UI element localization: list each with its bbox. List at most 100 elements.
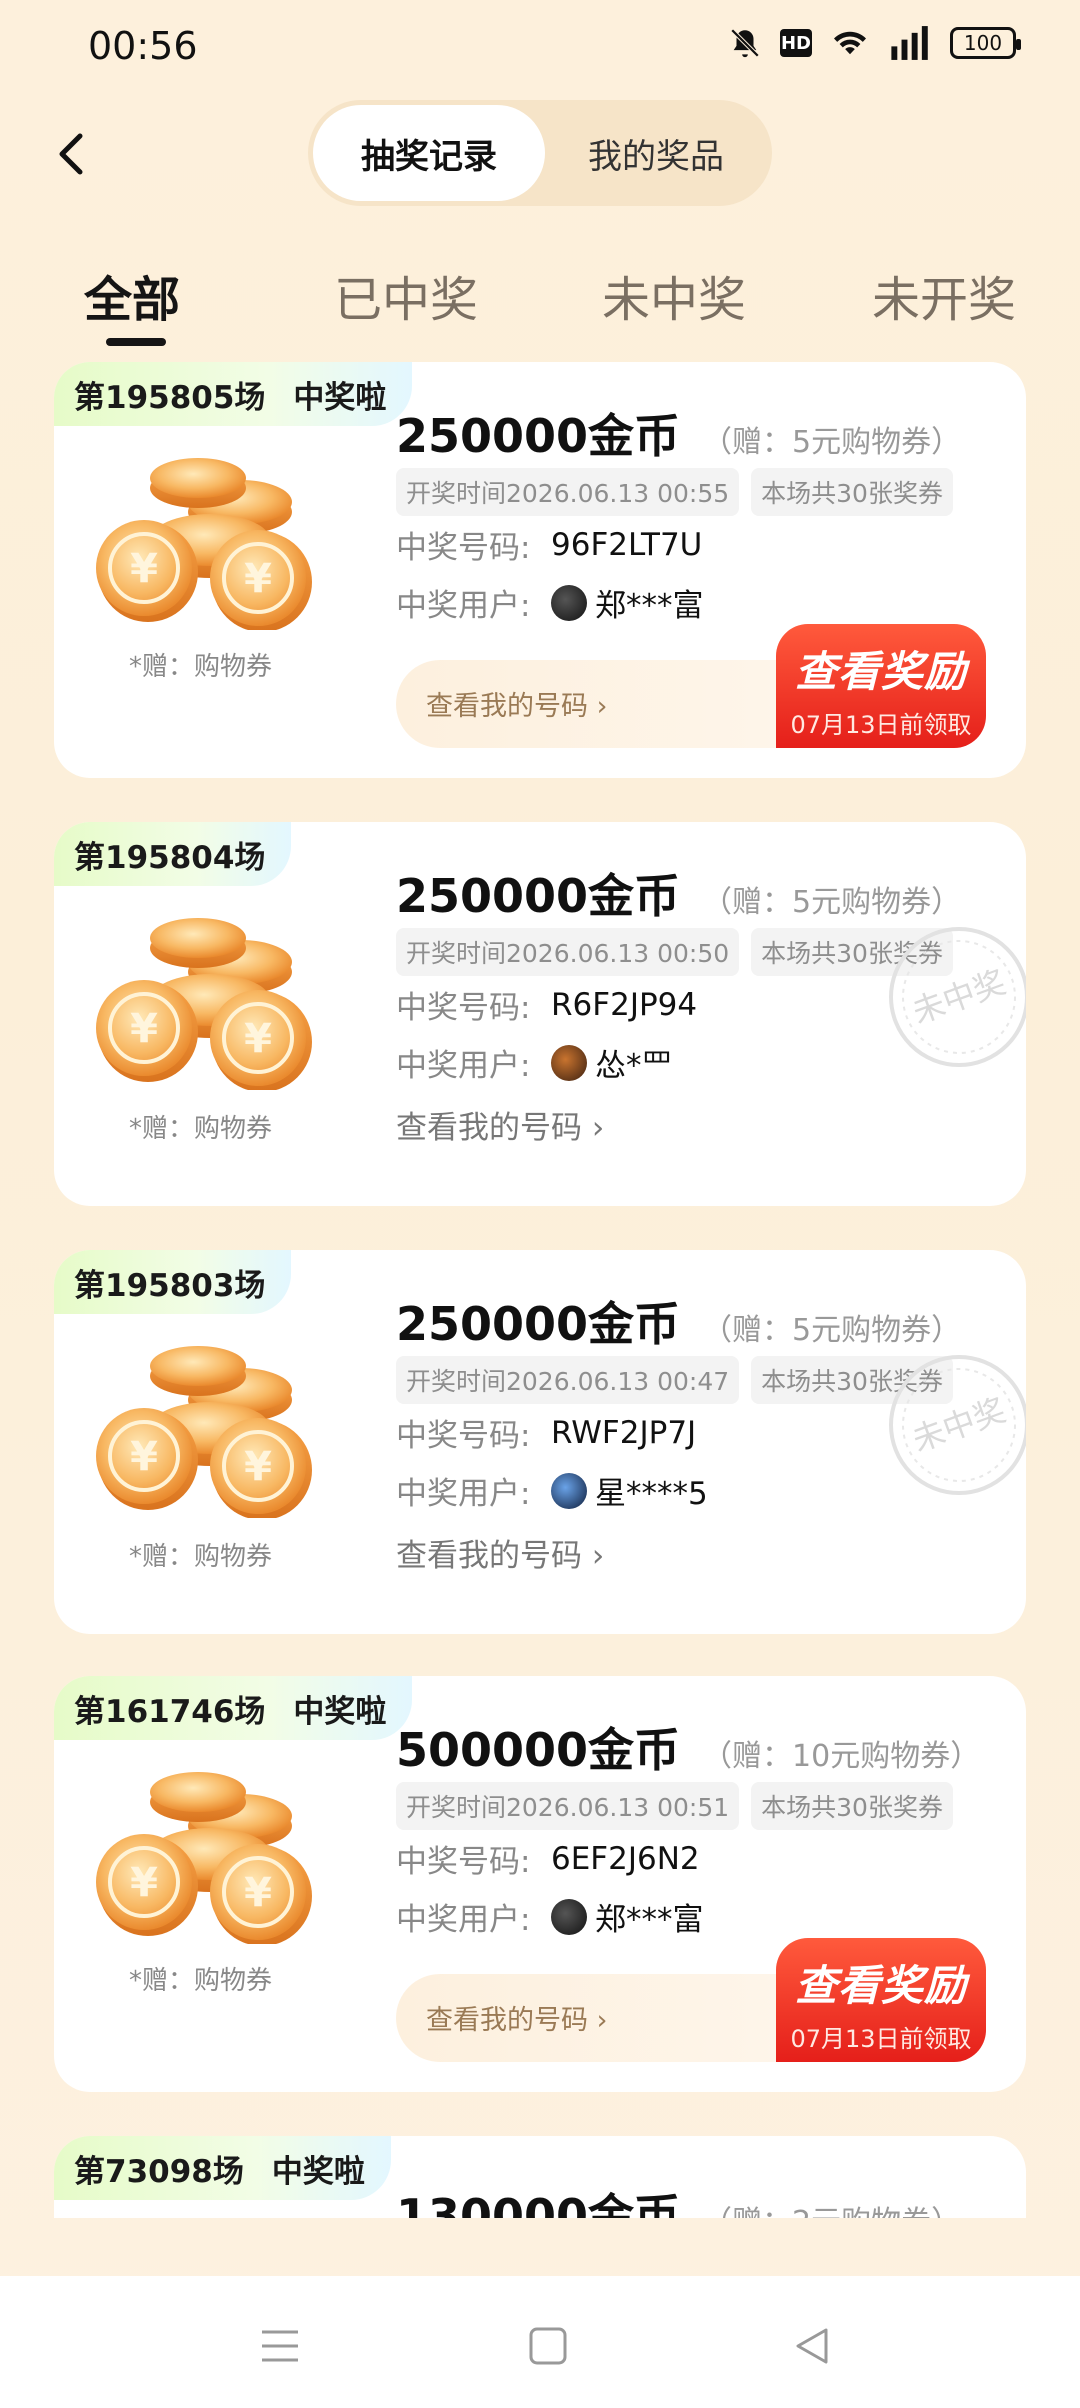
tab-won[interactable]: 已中奖 bbox=[334, 260, 478, 330]
view-numbers-label: 查看我的号码 bbox=[396, 1538, 582, 1574]
winner-user: 怂*罒 bbox=[551, 1040, 673, 1085]
battery-icon: 100 bbox=[950, 27, 1021, 59]
chips: 开奖时间2026.06.13 00:50 本场共30张奖券 bbox=[396, 928, 953, 976]
prize-line: 250000金币 （赠：5元购物券） bbox=[396, 1288, 961, 1354]
coins-icon bbox=[94, 916, 314, 1090]
segment-draw-records[interactable]: 抽奖记录 bbox=[313, 105, 545, 201]
round-number: 第73098场 bbox=[74, 2153, 244, 2190]
view-numbers-link[interactable]: 查看我的号码 › bbox=[396, 1530, 604, 1575]
user-label: 中奖用户: bbox=[396, 1476, 531, 1512]
round-tag: 第195805场 中奖啦 bbox=[54, 362, 413, 426]
code-label: 中奖号码: bbox=[396, 1418, 531, 1454]
winner-user: 郑***富 bbox=[551, 580, 704, 625]
not-won-stamp-icon: 未中奖 bbox=[889, 927, 1026, 1067]
winner-name: 郑***富 bbox=[595, 1902, 704, 1938]
winner-name: 怂*罒 bbox=[595, 1048, 673, 1084]
code-row: 中奖号码: 96F2LT7U bbox=[396, 522, 702, 567]
chips: 开奖时间2026.06.13 00:51 本场共30张奖券 bbox=[396, 1782, 953, 1830]
draw-time: 开奖时间2026.06.13 00:51 bbox=[396, 1782, 740, 1830]
round-number: 第195803场 bbox=[74, 1267, 266, 1304]
status-time: 00:56 bbox=[88, 24, 198, 68]
code-label: 中奖号码: bbox=[396, 990, 531, 1026]
avatar bbox=[551, 1898, 587, 1935]
avatar bbox=[551, 1044, 587, 1081]
view-numbers-link[interactable]: 查看我的号码 › bbox=[396, 1102, 604, 1147]
coin-caption: *赠：购物券 bbox=[129, 1114, 273, 1144]
user-label: 中奖用户: bbox=[396, 588, 531, 624]
draw-card[interactable]: 第195803场 *赠：购物券 250000金币 （赠：5元购物券） 开奖时间2… bbox=[54, 1250, 1026, 1634]
winning-code: 96F2LT7U bbox=[551, 526, 703, 563]
chevron-left-icon bbox=[59, 133, 83, 175]
winner-name: 星****5 bbox=[595, 1476, 708, 1512]
avatar bbox=[551, 584, 587, 621]
coin-caption: *赠：购物券 bbox=[129, 1966, 273, 1996]
prize-bonus: （赠：5元购物券） bbox=[702, 425, 962, 460]
prize-line: 130000金币 （赠：2元购物券） bbox=[396, 2180, 961, 2218]
view-reward-label: 查看奖励 bbox=[794, 647, 967, 696]
view-reward-label: 查看奖励 bbox=[794, 1961, 967, 2010]
chips: 开奖时间2026.06.13 00:55 本场共30张奖券 bbox=[396, 468, 953, 516]
filter-tabs: 全部 已中奖 未中奖 未开奖 bbox=[0, 250, 1080, 360]
claim-deadline: 07月13日前领取 bbox=[790, 2025, 972, 2053]
prize-line: 250000金币 （赠：5元购物券） bbox=[396, 400, 961, 466]
prize-amount: 130000金币 bbox=[396, 2189, 681, 2218]
prize-amount: 250000金币 bbox=[396, 869, 681, 923]
coin-caption: *赠：购物券 bbox=[129, 652, 273, 682]
menu-button[interactable] bbox=[250, 2316, 310, 2376]
back-button[interactable] bbox=[44, 124, 98, 184]
view-reward-button[interactable]: 查看奖励 07月13日前领取 bbox=[776, 624, 986, 748]
draw-card[interactable]: 第195804场 *赠：购物券 250000金币 （赠：5元购物券） 开奖时间2… bbox=[54, 822, 1026, 1206]
square-home-icon bbox=[529, 2327, 567, 2365]
code-row: 中奖号码: RWF2JP7J bbox=[396, 1410, 696, 1455]
draw-time: 开奖时间2026.06.13 00:50 bbox=[396, 928, 740, 976]
won-label: 中奖啦 bbox=[271, 2153, 365, 2190]
prize-amount: 250000金币 bbox=[396, 409, 681, 463]
view-numbers-label: 查看我的号码 bbox=[396, 1110, 582, 1146]
system-nav-bar bbox=[0, 2276, 1080, 2408]
draw-time: 开奖时间2026.06.13 00:55 bbox=[396, 468, 740, 516]
user-label: 中奖用户: bbox=[396, 1048, 531, 1084]
view-numbers-label: 查看我的号码 bbox=[426, 2005, 588, 2036]
ticket-count: 本场共30张奖券 bbox=[751, 468, 953, 516]
view-numbers-link[interactable]: 查看我的号码 › bbox=[426, 684, 607, 723]
mute-icon bbox=[728, 26, 762, 60]
hd-icon: HD bbox=[780, 29, 812, 57]
round-tag: 第195803场 bbox=[54, 1250, 292, 1314]
winner-name: 郑***富 bbox=[595, 588, 704, 624]
coin-caption: *赠：购物券 bbox=[129, 1542, 273, 1572]
tab-indicator bbox=[106, 338, 166, 346]
winner-user: 郑***富 bbox=[551, 1894, 704, 1939]
round-tag: 第195804场 bbox=[54, 822, 292, 886]
round-number: 第195804场 bbox=[74, 839, 266, 876]
draw-card[interactable]: 第195805场 中奖啦 *赠：购物券 250000金币 （赠：5元购物券） 开… bbox=[54, 362, 1026, 778]
menu-icon bbox=[262, 2330, 298, 2362]
avatar bbox=[551, 1472, 587, 1509]
prize-line: 500000金币 （赠：10元购物券） bbox=[396, 1714, 980, 1780]
code-label: 中奖号码: bbox=[396, 530, 531, 566]
home-button[interactable] bbox=[518, 2316, 578, 2376]
prize-bonus: （赠：10元购物券） bbox=[702, 1739, 981, 1774]
user-row: 中奖用户: 郑***富 bbox=[396, 580, 704, 625]
prize-bonus: （赠：2元购物券） bbox=[702, 2197, 961, 2218]
view-numbers-link[interactable]: 查看我的号码 › bbox=[426, 1998, 607, 2037]
winning-code: 6EF2J6N2 bbox=[551, 1840, 700, 1877]
tab-not-won[interactable]: 未中奖 bbox=[602, 260, 746, 330]
view-reward-button[interactable]: 查看奖励 07月13日前领取 bbox=[776, 1938, 986, 2062]
user-row: 中奖用户: 怂*罒 bbox=[396, 1040, 673, 1085]
prize-amount: 500000金币 bbox=[396, 1723, 681, 1777]
status-icons: HD 100 bbox=[728, 26, 1021, 60]
round-tag: 第73098场 中奖啦 bbox=[54, 2136, 391, 2200]
prize-bonus: （赠：5元购物券） bbox=[702, 1313, 962, 1348]
tab-not-drawn[interactable]: 未开奖 bbox=[872, 260, 1016, 330]
back-nav-button[interactable] bbox=[782, 2316, 842, 2376]
prize-bonus: （赠：5元购物券） bbox=[702, 885, 962, 920]
draw-card[interactable]: 第73098场 中奖啦 130000金币 （赠：2元购物券） bbox=[54, 2136, 1026, 2218]
status-bar: 00:56 HD 100 bbox=[0, 0, 1080, 96]
tab-all[interactable]: 全部 bbox=[84, 260, 180, 330]
draw-card[interactable]: 第161746场 中奖啦 *赠：购物券 500000金币 （赠：10元购物券） … bbox=[54, 1676, 1026, 2092]
segmented-control: 抽奖记录 我的奖品 bbox=[308, 100, 772, 206]
prize-line: 250000金币 （赠：5元购物券） bbox=[396, 860, 961, 926]
draw-time: 开奖时间2026.06.13 00:47 bbox=[396, 1356, 740, 1404]
segment-my-prizes[interactable]: 我的奖品 bbox=[545, 105, 767, 201]
winning-code: RWF2JP7J bbox=[551, 1414, 697, 1451]
